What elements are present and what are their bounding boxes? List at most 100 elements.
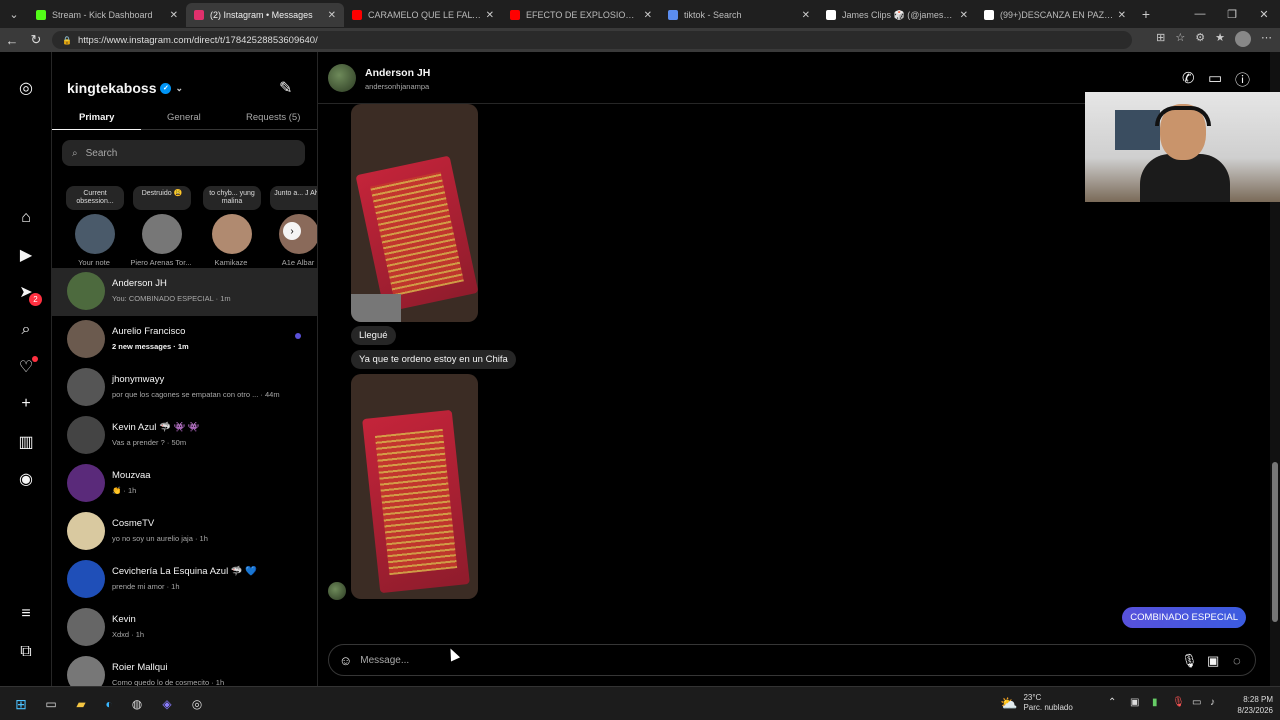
browser-tab[interactable]: James Clips 🎲 (@jamesclipsdota... ✕ xyxy=(818,3,976,27)
close-tab-icon[interactable]: ✕ xyxy=(802,10,810,21)
conversation-item[interactable]: Cevichería La Esquina Azul 🦈 💙 prende mi … xyxy=(52,556,317,604)
profile-avatar-icon[interactable]: ◉ xyxy=(16,469,36,489)
notes-next-chevron-icon[interactable]: › xyxy=(283,222,301,240)
search-icon: ⌕ xyxy=(72,147,78,159)
tab-actions-chevron-icon[interactable]: ⌄ xyxy=(0,0,28,28)
photo-message[interactable] xyxy=(351,104,478,322)
note-bubble: Junto a... J Alva xyxy=(270,186,317,210)
system-clock[interactable]: 8:28 PM 8/23/2026 xyxy=(1225,694,1273,716)
tray-volume-icon[interactable]: ♪ xyxy=(1210,697,1215,708)
incoming-message[interactable]: Ya que te ordeno estoy en un Chifa xyxy=(351,350,516,369)
instagram-logo-icon[interactable]: ◎ xyxy=(16,78,36,98)
menu-photo xyxy=(355,155,478,313)
steam-icon[interactable]: ◍ xyxy=(128,695,146,713)
tab-title: CARAMELO QUE LE FALTA A TU P... xyxy=(368,10,482,20)
notes-strip: Current obsession... Your note Destruido 😩… xyxy=(52,186,317,267)
microphone-icon[interactable]: 🎙 xyxy=(1181,653,1198,669)
browser-tab[interactable]: (2) Instagram • Messages ✕ xyxy=(186,3,344,27)
conversation-avatar xyxy=(67,608,105,646)
conversation-item[interactable]: jhonymwayy por que los cagones se empatan… xyxy=(52,364,317,412)
chat-contact-name[interactable]: Anderson JH xyxy=(365,67,430,79)
tray-display-icon[interactable]: ▭ xyxy=(1192,697,1201,708)
conversation-item[interactable]: Anderson JH You: COMBINADO ESPECIAL · 1m xyxy=(52,268,317,316)
reels-icon[interactable]: ▶ xyxy=(16,245,36,265)
sticker-icon[interactable]: ◌ xyxy=(1233,653,1241,668)
profile-avatar[interactable] xyxy=(1235,31,1251,47)
messages-icon[interactable]: ➤ 2 xyxy=(16,282,42,306)
browser-tab[interactable]: CARAMELO QUE LE FALTA A TU P... ✕ xyxy=(344,3,502,27)
notifications-heart-icon[interactable]: ♡ xyxy=(16,356,38,377)
obs-icon[interactable]: ◎ xyxy=(188,695,206,713)
search-icon[interactable]: ⌕ xyxy=(16,320,36,340)
edge-browser-icon[interactable]: ◐ xyxy=(100,695,118,713)
dashboard-icon[interactable]: ▥ xyxy=(16,432,36,452)
emoji-icon[interactable]: ☺ xyxy=(339,653,352,668)
favorites-icon[interactable]: ★ xyxy=(1215,31,1225,47)
file-explorer-icon[interactable]: ▰ xyxy=(72,695,90,713)
reload-icon[interactable]: ↻ xyxy=(24,32,48,48)
close-tab-icon[interactable]: ✕ xyxy=(486,10,494,21)
conversation-item[interactable]: Roier Mallqui Como quedo lo de cosmecito … xyxy=(52,652,317,686)
photo-message[interactable] xyxy=(351,374,478,599)
conversation-avatar xyxy=(67,560,105,598)
conversation-item[interactable]: Kevin Xdxd · 1h xyxy=(52,604,317,652)
extensions-icon[interactable]: ⚙ xyxy=(1195,31,1205,47)
tray-chevron-up-icon[interactable]: ⌃ xyxy=(1108,697,1116,708)
restore-icon[interactable]: ❐ xyxy=(1216,0,1248,28)
weather-widget[interactable]: ⛅ 23°C Parc. nublado xyxy=(1000,693,1073,713)
conversation-item[interactable]: Aurelio Francisco 2 new messages · 1m xyxy=(52,316,317,364)
close-tab-icon[interactable]: ✕ xyxy=(644,10,652,21)
browser-tab[interactable]: (99+)DESCANZA EN PAZ AMIGO... ✕ xyxy=(976,3,1134,27)
incoming-message[interactable]: Llegué xyxy=(351,326,396,345)
close-tab-icon[interactable]: ✕ xyxy=(170,10,178,21)
new-message-icon[interactable]: ✎ xyxy=(279,78,292,98)
app-icon[interactable]: ⊞ xyxy=(1156,31,1165,47)
windows-start-icon[interactable]: ⊞ xyxy=(12,695,30,713)
tray-mic-icon[interactable]: 🎙 xyxy=(1172,697,1185,708)
image-upload-icon[interactable]: ▣ xyxy=(1207,653,1219,669)
tray-app-icon[interactable]: ▣ xyxy=(1130,697,1139,708)
back-arrow-icon[interactable]: ← xyxy=(0,33,24,48)
conversation-avatar xyxy=(67,512,105,550)
more-menu-icon[interactable]: ≡ xyxy=(16,604,36,624)
chat-avatar[interactable] xyxy=(328,64,356,92)
tab-requests[interactable]: Requests (5) xyxy=(246,112,300,123)
close-tab-icon[interactable]: ✕ xyxy=(960,10,968,21)
new-tab-button[interactable]: + xyxy=(1134,6,1158,22)
tab-title: (2) Instagram • Messages xyxy=(210,10,313,20)
tab-primary[interactable]: Primary xyxy=(79,112,114,123)
tab-favicon-icon xyxy=(194,10,204,20)
browser-tab[interactable]: Stream - Kick Dashboard ✕ xyxy=(28,3,186,27)
more-menu-icon[interactable]: ⋯ xyxy=(1261,31,1272,47)
message-input[interactable]: ☺ Message... 🎙 ▣ ◌ xyxy=(328,644,1256,676)
tab-favicon-icon xyxy=(36,10,46,20)
scrollbar-thumb[interactable] xyxy=(1272,462,1278,622)
close-tab-icon[interactable]: ✕ xyxy=(1118,10,1126,21)
messages-badge: 2 xyxy=(29,293,42,306)
info-icon[interactable]: ⓘ xyxy=(1235,69,1250,90)
conversation-item[interactable]: Mouzvaa 👏 · 1h xyxy=(52,460,317,508)
minimize-icon[interactable]: — xyxy=(1184,0,1216,28)
tab-title: Stream - Kick Dashboard xyxy=(52,10,153,20)
tray-nvidia-icon[interactable]: ▮ xyxy=(1152,697,1158,708)
favorite-star-icon[interactable]: ☆ xyxy=(1175,31,1185,47)
close-window-icon[interactable]: ✕ xyxy=(1248,0,1280,28)
outgoing-message[interactable]: COMBINADO ESPECIAL xyxy=(1122,607,1246,628)
browser-tab[interactable]: EFECTO DE EXPLOSION (DJ) - You... ✕ xyxy=(502,3,660,27)
phone-call-icon[interactable]: ✆ xyxy=(1182,69,1195,87)
conversation-item[interactable]: CosmeTV yo no soy un aurelio jaja · 1h xyxy=(52,508,317,556)
tab-favicon-icon xyxy=(510,10,520,20)
also-from-meta-icon[interactable]: ⧉ xyxy=(16,642,36,662)
discord-icon[interactable]: ◈ xyxy=(158,695,176,713)
browser-tab[interactable]: tiktok - Search ✕ xyxy=(660,3,818,27)
tab-general[interactable]: General xyxy=(167,112,201,123)
address-bar[interactable]: 🔒 https://www.instagram.com/direct/t/178… xyxy=(52,31,1132,49)
close-tab-icon[interactable]: ✕ xyxy=(328,10,336,21)
home-icon[interactable]: ⌂ xyxy=(16,208,36,228)
conversation-item[interactable]: Kevin Azul 🦈 👾 👾 Vas a prender ? · 50m xyxy=(52,412,317,460)
video-call-icon[interactable]: ▭ xyxy=(1208,69,1222,87)
account-switcher[interactable]: kingtekaboss ✓ ⌄ xyxy=(67,80,183,96)
create-plus-icon[interactable]: + xyxy=(16,394,36,414)
task-view-icon[interactable]: ▭ xyxy=(42,695,60,713)
search-input[interactable]: ⌕ Search xyxy=(62,140,305,166)
